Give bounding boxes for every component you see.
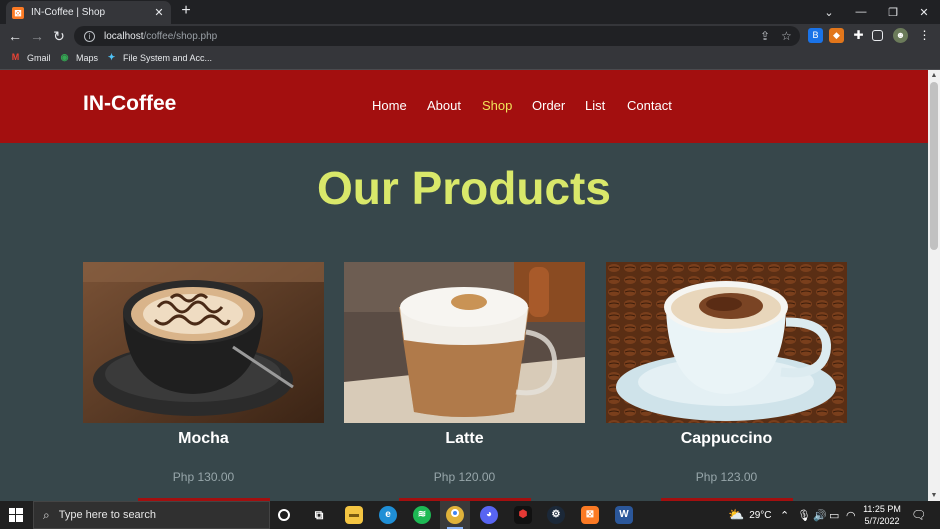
system-clock[interactable]: 11:25 PM 5/7/2022 <box>858 503 906 527</box>
site-header: IN-Coffee Home About Shop Order List Con… <box>0 70 928 143</box>
product-price: Php 120.00 <box>433 470 496 484</box>
task-view-icon[interactable]: ⧉ <box>310 506 328 524</box>
site-info-icon[interactable]: i <box>84 30 95 42</box>
section-title: Our Products <box>317 162 611 214</box>
reload-icon[interactable]: ↻ <box>50 27 68 45</box>
site-logo[interactable]: IN-Coffee <box>83 92 176 116</box>
bookmarks-bar: M Gmail ◉ Maps ✦ File System and Acc... <box>0 48 940 70</box>
extensions-puzzle-icon[interactable]: ✚ <box>851 28 866 43</box>
gmail-icon: M <box>11 52 20 62</box>
new-tab-icon[interactable]: + <box>178 2 194 20</box>
latte-image <box>344 262 585 423</box>
scroll-up-arrow-icon[interactable]: ▲ <box>928 72 940 79</box>
weather-widget[interactable]: ⛅ 29°C <box>728 501 772 529</box>
nav-contact[interactable]: Contact <box>627 98 687 113</box>
main-nav: Home About Shop Order List Contact <box>372 98 687 113</box>
bookmark-file-system[interactable]: ✦ File System and Acc... <box>106 52 212 63</box>
battery-icon[interactable]: ▭ <box>829 501 839 529</box>
spotify-icon[interactable]: ≋ <box>413 506 431 524</box>
game-launcher-icon[interactable]: ⬢ <box>514 506 532 524</box>
minimize-icon[interactable]: — <box>845 0 877 24</box>
url-host: localhost <box>104 30 144 42</box>
wifi-icon[interactable]: ◠ <box>846 501 856 529</box>
bookmark-maps[interactable]: ◉ Maps <box>59 52 98 63</box>
product-name: Cappuccino <box>680 430 773 447</box>
taskbar-search-input[interactable] <box>58 509 239 521</box>
chrome-icon[interactable] <box>446 506 464 524</box>
nav-list[interactable]: List <box>585 98 627 113</box>
close-window-icon[interactable]: ✕ <box>908 0 940 24</box>
maps-pin-icon: ◉ <box>60 52 69 62</box>
cortana-icon[interactable] <box>278 509 290 521</box>
cappuccino-image <box>606 262 847 423</box>
windows-taskbar: ⌕ ⧉ ▬ e ≋ ◕ ⬢ ⚙ ⊠ W ⛅ 29°C ⌃ 🎙 🔊 ▭ ◠ 11:… <box>0 501 940 529</box>
word-icon[interactable]: W <box>615 506 633 524</box>
nav-order[interactable]: Order <box>532 98 585 113</box>
xampp-favicon-icon: ⊠ <box>12 6 24 19</box>
nav-shop[interactable]: Shop <box>482 98 532 113</box>
scroll-thumb[interactable] <box>930 82 938 250</box>
tab-title: IN-Coffee | Shop <box>31 7 106 18</box>
restore-icon[interactable]: ❐ <box>877 0 909 24</box>
discord-icon[interactable]: ◕ <box>480 506 498 524</box>
share-icon[interactable]: ⇪ <box>760 29 770 43</box>
windows-start-icon[interactable] <box>0 501 32 529</box>
bookmark-star-icon[interactable]: ☆ <box>781 29 792 43</box>
mocha-image <box>83 262 324 423</box>
microphone-icon[interactable]: 🎙 <box>797 501 811 529</box>
product-price: Php 130.00 <box>172 470 235 484</box>
back-icon[interactable]: ← <box>6 27 24 45</box>
forward-icon[interactable]: → <box>28 27 46 45</box>
scroll-down-arrow-icon[interactable]: ▼ <box>928 492 940 499</box>
tab-search-chevron-icon[interactable]: ⌄ <box>813 0 845 24</box>
address-bar[interactable]: i localhost/coffee/shop.php ⇪ ☆ <box>74 26 800 46</box>
weather-cloud-sun-icon: ⛅ <box>728 507 745 522</box>
product-card-mocha: Mocha Php 130.00 <box>83 262 324 501</box>
page-viewport: IN-Coffee Home About Shop Order List Con… <box>0 70 928 501</box>
tab-close-icon[interactable]: ✕ <box>153 6 165 19</box>
notifications-icon[interactable]: 🗨 <box>911 501 926 529</box>
xampp-icon[interactable]: ⊠ <box>581 506 599 524</box>
url-path: /coffee/shop.php <box>143 30 218 42</box>
web-app-icon: ✦ <box>107 52 116 62</box>
metamask-fox-icon[interactable]: ◆ <box>829 28 844 43</box>
page-scrollbar[interactable]: ▲ ▼ <box>928 70 940 501</box>
volume-icon[interactable]: 🔊 <box>813 501 827 529</box>
side-panel-icon[interactable] <box>872 30 883 41</box>
taskbar-search[interactable]: ⌕ <box>33 501 270 529</box>
nav-home[interactable]: Home <box>372 98 427 113</box>
browser-toolbar: ← → ↻ i localhost/coffee/shop.php ⇪ ☆ B … <box>0 24 940 48</box>
product-card-cappuccino: Cappuccino Php 123.00 <box>606 262 847 501</box>
bookmark-gmail[interactable]: M Gmail <box>10 52 51 63</box>
edge-icon[interactable]: e <box>379 506 397 524</box>
weather-temp: 29°C <box>749 509 772 521</box>
product-price: Php 123.00 <box>695 470 758 484</box>
steam-icon[interactable]: ⚙ <box>547 506 565 524</box>
clock-time: 11:25 PM <box>863 504 901 514</box>
product-name: Latte <box>445 430 484 447</box>
search-icon: ⌕ <box>43 507 50 522</box>
profile-avatar[interactable]: ☻ <box>893 28 908 43</box>
browser-menu-icon[interactable]: ⋮ <box>917 28 932 43</box>
nav-about[interactable]: About <box>427 98 482 113</box>
bookmark-label: Maps <box>76 52 99 63</box>
bookmark-label: File System and Acc... <box>123 52 213 63</box>
extension-shield-icon[interactable]: B <box>808 28 823 43</box>
clock-date: 5/7/2022 <box>864 516 900 526</box>
product-name: Mocha <box>178 430 229 447</box>
browser-tab[interactable]: ⊠ IN-Coffee | Shop ✕ <box>6 1 171 24</box>
browser-tabstrip: ⊠ IN-Coffee | Shop ✕ + ⌄ — ❐ ✕ <box>0 0 940 24</box>
bookmark-label: Gmail <box>27 52 51 63</box>
file-explorer-icon[interactable]: ▬ <box>345 506 363 524</box>
show-hidden-icons-icon[interactable]: ⌃ <box>780 501 789 529</box>
product-card-latte: Latte Php 120.00 <box>344 262 585 501</box>
